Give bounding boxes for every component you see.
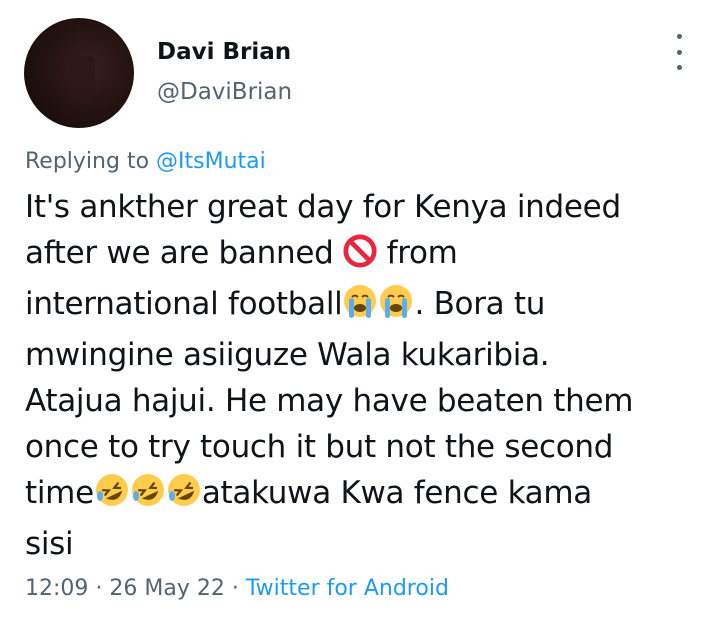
rolling-on-floor-laughing-emoji: [166, 472, 202, 521]
avatar-figure: [69, 56, 95, 104]
loudly-crying-face-emoji: [378, 283, 414, 332]
author-display-name[interactable]: Davi Brian: [157, 38, 291, 66]
tweet-meta: 12:09 · 26 May 22 · Twitter for Android: [25, 574, 449, 604]
rolling-on-floor-laughing-emoji: [94, 472, 130, 521]
no-entry-sign-emoji: [343, 234, 377, 281]
three-dots-vertical-icon: [676, 65, 682, 70]
tweet-line: after we are banned from: [25, 230, 705, 281]
loudly-crying-face-emoji: [342, 283, 378, 332]
tweet-line: Atajua hajui. He may have beaten them: [25, 383, 634, 419]
tweet: Davi Brian @DaviBrian Replying to @ItsMu…: [0, 0, 720, 619]
tweet-text: It's ankther great day for Kenya indeed …: [25, 184, 705, 567]
tweet-time[interactable]: 12:09: [25, 576, 88, 601]
tweet-text-segment: . Bora tu: [414, 286, 546, 322]
tweet-text-segment: international football: [25, 286, 343, 322]
tweet-date[interactable]: 26 May 22: [109, 576, 224, 601]
replying-to: Replying to @ItsMutai: [25, 148, 266, 176]
tweet-line: It's ankther great day for Kenya indeed: [25, 189, 621, 225]
more-options-button[interactable]: [668, 34, 690, 70]
tweet-line: mwingine asiiguze Wala kukaribia.: [25, 337, 550, 373]
rolling-on-floor-laughing-emoji: [130, 472, 166, 521]
three-dots-vertical-icon: [676, 34, 682, 39]
meta-separator: ·: [231, 576, 239, 601]
avatar[interactable]: [24, 18, 134, 128]
replying-to-label: Replying to: [25, 149, 150, 174]
reply-mention-link[interactable]: @ItsMutai: [156, 149, 266, 174]
author-handle[interactable]: @DaviBrian: [157, 78, 292, 106]
tweet-text-segment: time: [25, 475, 94, 511]
tweet-text-segment: from: [386, 235, 458, 271]
tweet-line: once to try touch it but not the second: [25, 429, 614, 465]
tweet-line: time atakuwa Kwa fence kama: [25, 470, 705, 521]
tweet-line: sisi: [25, 526, 74, 562]
three-dots-vertical-icon: [676, 49, 682, 55]
tweet-text-segment: after we are banned: [25, 235, 334, 271]
meta-separator: ·: [95, 576, 103, 601]
tweet-source-link[interactable]: Twitter for Android: [246, 576, 449, 601]
tweet-text-segment: atakuwa Kwa fence kama: [201, 475, 592, 511]
tweet-line: international football . Bora tu: [25, 281, 705, 332]
